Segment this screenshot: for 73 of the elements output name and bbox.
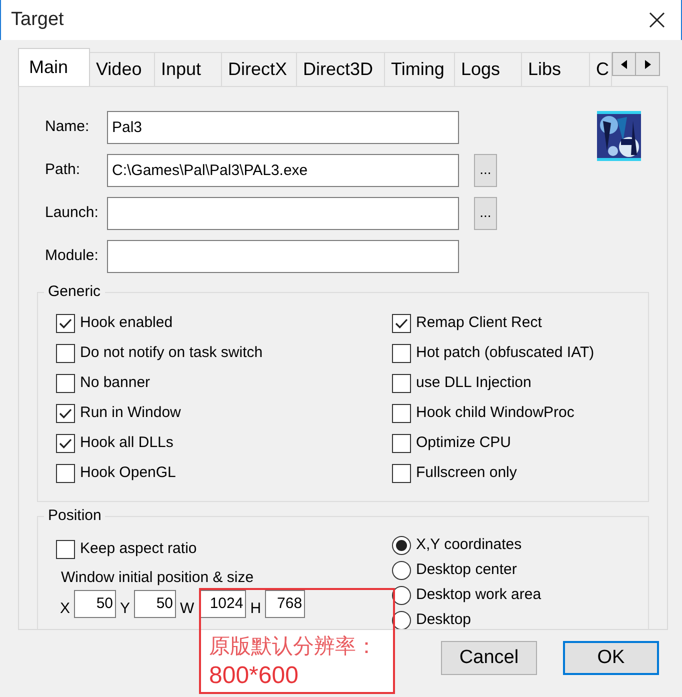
browse-button[interactable]: ... [474,197,497,230]
tab[interactable]: Logs [455,52,522,86]
text-field[interactable]: Pal3 [107,111,459,144]
tab[interactable]: Main [18,48,90,86]
number-field[interactable]: 768 [265,590,306,618]
option-label: Desktop work area [416,584,542,605]
number-field[interactable]: 50 [134,590,176,618]
checkbox[interactable] [392,314,411,332]
tab[interactable]: Libs [522,52,590,86]
option-label: Remap Client Rect [416,312,542,333]
field-label: Launch: [45,203,100,224]
field-label: Path: [45,160,82,180]
check-icon [59,318,72,328]
radio-button[interactable] [392,586,411,604]
dialog-button[interactable]: Cancel [441,641,537,675]
checkbox[interactable] [56,464,75,482]
option-label: Run in Window [80,402,181,423]
annotation-text: 原版默认分辨率： [209,634,378,660]
option-label: Hook all DLLs [80,432,174,453]
checkbox[interactable] [56,404,75,422]
number-field[interactable]: 50 [74,590,116,618]
option-label: Do not notify on task switch [80,342,263,363]
coord-label: X [59,600,72,618]
annotation-text: 800*600 [209,661,300,690]
field-label: Name: [45,117,90,138]
text-field[interactable] [107,240,459,273]
checkbox[interactable] [56,374,75,392]
option-label: Hook child WindowProc [416,402,574,423]
checkbox[interactable] [392,464,411,482]
checkbox[interactable] [392,404,411,422]
checkbox[interactable] [56,314,75,332]
browse-button[interactable]: ... [474,154,497,187]
coord-label: Y [119,600,132,618]
tab[interactable]: Timing [385,52,455,86]
checkbox[interactable] [392,374,411,392]
option-label: Keep aspect ratio [80,538,197,559]
field-label: Module: [45,246,100,266]
text-field[interactable]: C:\Games\Pal\Pal3\PAL3.exe [107,154,459,187]
text-field[interactable] [107,197,459,230]
right-arrow-icon [644,60,650,68]
check-icon [59,438,72,448]
option-label: No banner [80,372,150,393]
option-label: Optimize CPU [416,432,512,453]
number-field[interactable]: 1024 [200,590,246,618]
radio-button[interactable] [392,560,411,580]
option-label: Hook OpenGL [80,462,176,483]
tab[interactable]: Video [90,52,155,86]
window-title: Target [11,8,64,32]
left-arrow-icon [621,60,627,68]
caption: Window initial position & size [60,568,255,588]
tab[interactable]: C [590,52,612,86]
option-label: X,Y coordinates [416,534,522,555]
checkbox[interactable] [56,434,75,452]
radio-button[interactable] [392,536,411,554]
coord-label: H [249,600,262,618]
option-label: Hot patch (obfuscated IAT) [416,342,594,363]
close-icon[interactable] [649,12,665,28]
checkbox[interactable] [56,540,75,558]
option-label: Desktop center [416,560,517,580]
option-label: Fullscreen only [416,462,517,483]
coord-label: W [179,600,196,618]
tab[interactable]: Direct3D [297,52,385,86]
check-icon [395,318,408,328]
tab[interactable]: DirectX [222,52,297,86]
check-icon [59,408,72,418]
checkbox[interactable] [56,344,75,362]
option-label: Desktop [416,610,472,629]
checkbox[interactable] [392,434,411,452]
checkbox[interactable] [392,344,411,362]
tab[interactable]: Input [155,52,222,86]
option-label: use DLL Injection [416,372,532,393]
option-label: Hook enabled [80,312,173,333]
dialog-button[interactable]: OK [563,641,659,675]
